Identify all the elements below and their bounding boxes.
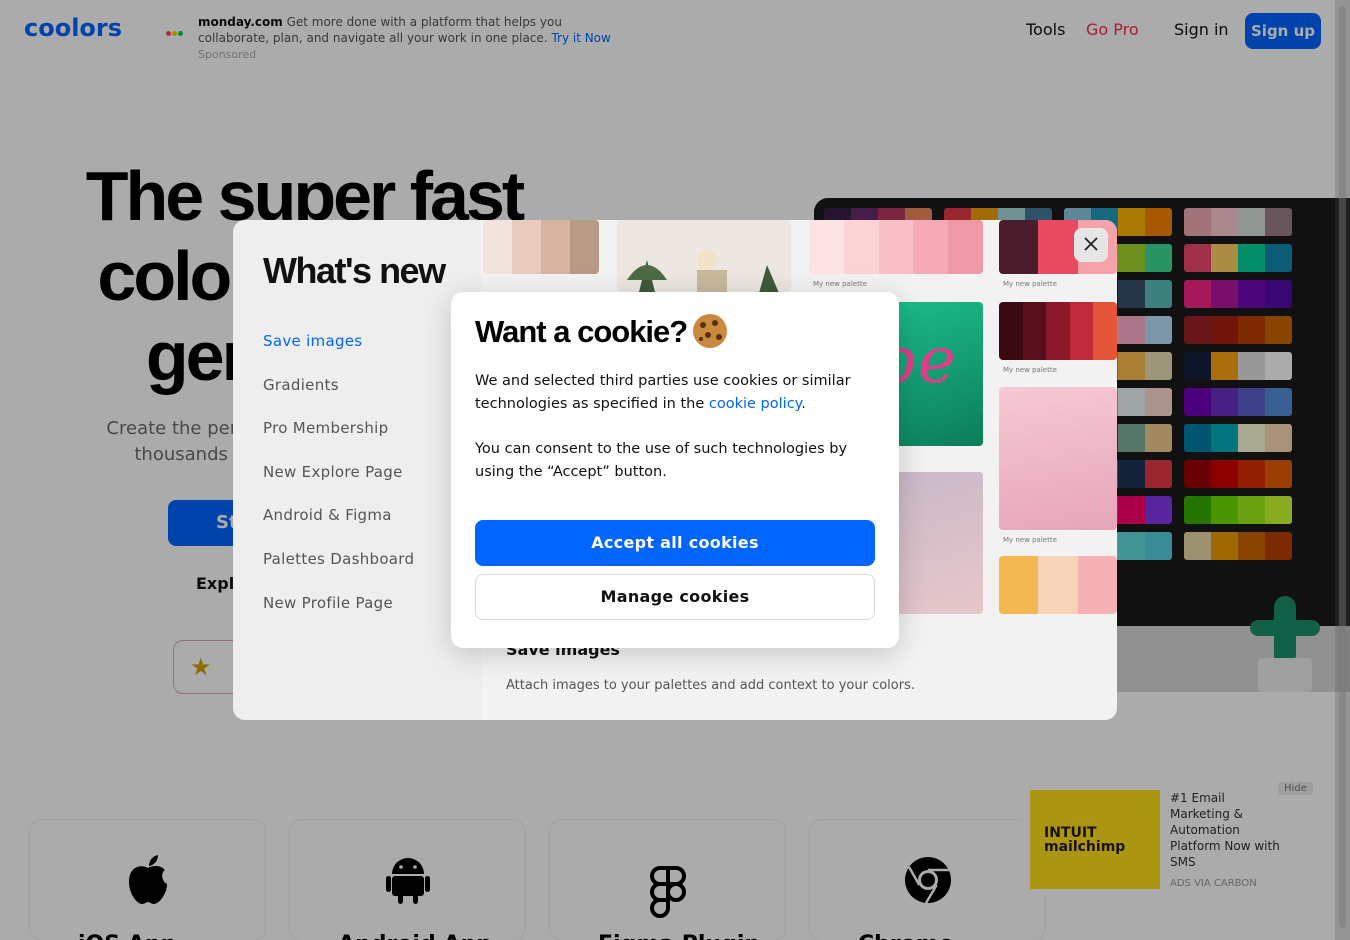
cookie-title-text: Want a cookie? <box>475 314 688 349</box>
palette-thumb <box>999 302 1117 360</box>
feature-description: Attach images to your palettes and add c… <box>506 678 915 693</box>
whats-new-item-palettes-dashboard[interactable]: Palettes Dashboard <box>263 548 414 592</box>
whats-new-item-android-figma[interactable]: Android & Figma <box>263 504 414 548</box>
whats-new-item-profile-page[interactable]: New Profile Page <box>263 592 414 636</box>
cookie-dialog-title: Want a cookie? <box>475 314 728 350</box>
whats-new-menu: Save images Gradients Pro Membership New… <box>263 330 414 635</box>
accept-all-cookies-button[interactable]: Accept all cookies <box>475 520 875 566</box>
whats-new-title: What's new <box>263 250 446 291</box>
manage-cookies-button[interactable]: Manage cookies <box>475 574 875 620</box>
palette-thumb <box>483 220 599 274</box>
whats-new-item-save-images[interactable]: Save images <box>263 330 414 374</box>
plant-photo <box>617 220 791 300</box>
whats-new-item-gradients[interactable]: Gradients <box>263 374 414 418</box>
palette-caption: My new palette <box>1003 366 1057 374</box>
whats-new-item-explore-page[interactable]: New Explore Page <box>263 461 414 505</box>
cookie-consent-dialog: Want a cookie? We and selected third par… <box>451 292 899 648</box>
close-whats-new-button[interactable] <box>1074 228 1108 262</box>
palette-caption: My new palette <box>1003 280 1057 288</box>
whats-new-item-pro-membership[interactable]: Pro Membership <box>263 417 414 461</box>
palette-caption: My new palette <box>1003 536 1057 544</box>
palette-caption: My new palette <box>813 280 867 288</box>
cookie-description: We and selected third parties use cookie… <box>475 373 851 412</box>
cookie-icon <box>693 314 728 348</box>
palette-thumb <box>999 556 1117 614</box>
close-icon <box>1084 237 1098 251</box>
cookie-consent-text: You can consent to the use of such techn… <box>475 441 848 480</box>
scrollbar-thumb[interactable] <box>1339 6 1346 928</box>
scrollbar[interactable] <box>1335 0 1350 940</box>
pink-texture-thumb <box>999 387 1117 530</box>
palette-thumb <box>809 220 983 274</box>
cookie-policy-link[interactable]: cookie policy <box>709 396 801 412</box>
